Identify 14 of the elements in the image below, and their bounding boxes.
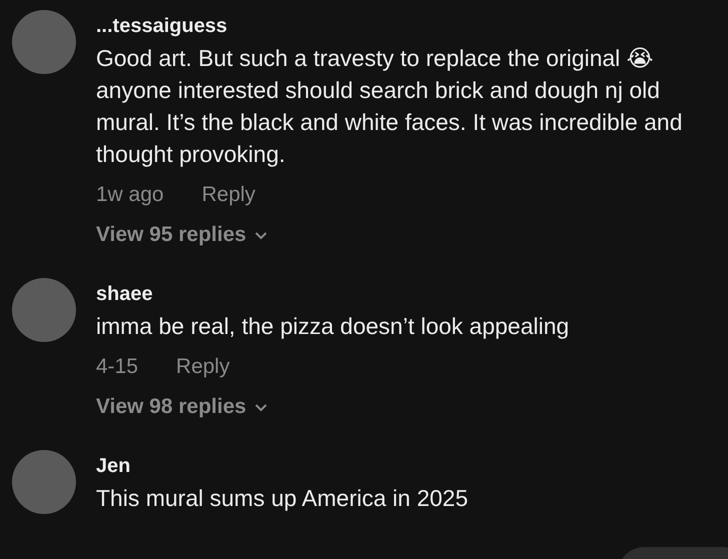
- reply-link[interactable]: Reply: [176, 354, 230, 380]
- view-replies-button[interactable]: View 95 replies: [96, 222, 268, 248]
- reply-link[interactable]: Reply: [202, 182, 256, 208]
- comment-time: 4-15: [96, 354, 138, 380]
- comment-text: Good art. But such a travesty to replace the original 😭 anyone interested should search brick and dough nj old mural. It’s the black and white faces. It was incredible and thought provoking.: [96, 44, 684, 169]
- comment-time: 1w ago: [96, 182, 164, 208]
- username: shaee: [96, 282, 154, 306]
- chevron-down-icon: [254, 402, 268, 412]
- username: ...tessaiguess: [96, 14, 228, 38]
- view-replies-button[interactable]: View 98 replies: [96, 394, 268, 420]
- chevron-down-icon: [254, 230, 268, 240]
- username: Jen: [96, 454, 132, 478]
- comment-text: This mural sums up America in 2025: [96, 484, 469, 513]
- comment-text: imma be real, the pizza doesn’t look appealing: [96, 312, 570, 341]
